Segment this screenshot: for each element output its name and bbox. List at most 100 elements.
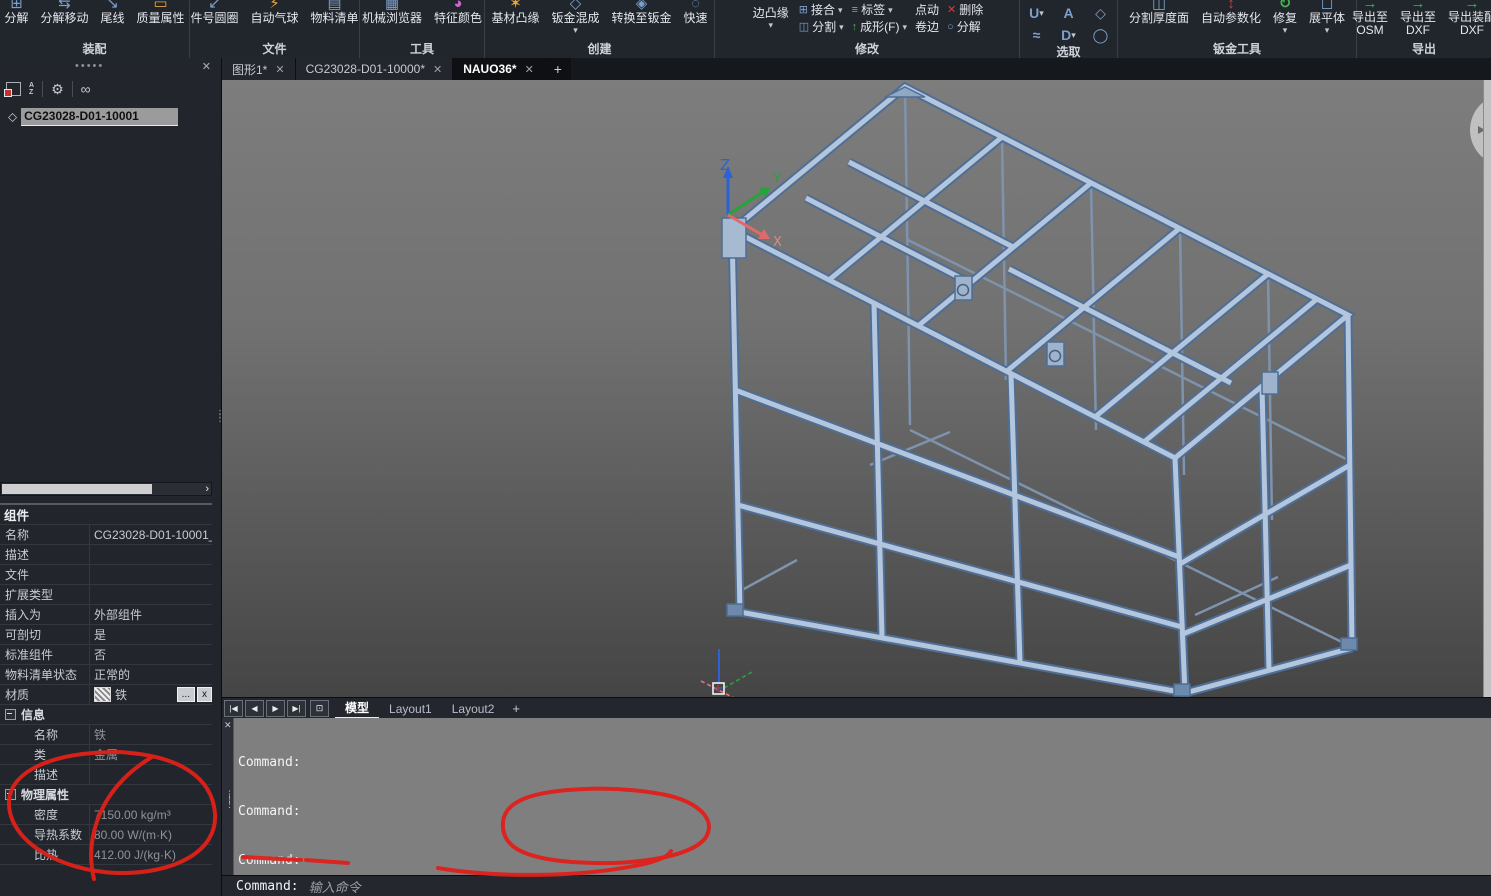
panel-close-icon[interactable]: ✕ [202, 60, 211, 73]
feature-color-button[interactable]: ◕特征颜色 [429, 0, 487, 26]
sheetmetal-loft-button[interactable]: ◇钣金混成▾ [546, 0, 604, 34]
part-number-circle-button[interactable]: ↙件号圆圈 [185, 0, 243, 26]
tag-button[interactable]: ≡标签▾ [849, 3, 910, 17]
physical-row-specific-heat[interactable]: 比热412.00 J/(kg·K) [0, 845, 212, 865]
split-button[interactable]: ◫分割▾ [796, 20, 847, 34]
scrollbar-arrow-icon[interactable]: › [205, 483, 209, 495]
select-u-profile-button[interactable]: U▾ [1022, 3, 1052, 23]
panel-grip-icon[interactable]: ••••• [75, 60, 104, 72]
first-layout-icon[interactable]: |◀ [224, 700, 243, 717]
auto-parametrize-button[interactable]: ↕自动参数化 [1196, 0, 1266, 26]
convert-to-sheetmetal-button[interactable]: ◈转换至钣金 [607, 0, 677, 26]
explode-icon: ⊞ [10, 0, 23, 11]
properties-grid: 组件 名称CG23028-D01-10001_ 描述 文件 扩展类型 插入为外部… [0, 503, 212, 865]
collapse-icon[interactable] [5, 709, 16, 720]
browser-root-node[interactable]: ⬦ CG23028-D01-10001 [8, 108, 178, 126]
3d-viewport[interactable]: Z Y X [222, 80, 1491, 697]
material-browse-button[interactable]: ... [177, 687, 195, 702]
root-node-label[interactable]: CG23028-D01-10001 [21, 108, 178, 126]
command-grip-icon[interactable]: ⋮⋮⋮ [225, 792, 234, 807]
jog-button[interactable]: 点动 [912, 3, 942, 17]
export-assembly-dxf-button[interactable]: →导出装配DXF [1443, 0, 1491, 37]
forming-button[interactable]: ↑成形(F)▾ [849, 20, 910, 34]
quick-view-icon[interactable]: ⊡ [310, 700, 329, 717]
select-nut-button[interactable]: ◯ [1086, 25, 1116, 45]
viewport-vertical-scrollbar[interactable] [1483, 80, 1491, 697]
material-clear-button[interactable]: x [197, 687, 212, 702]
explode-small-button[interactable]: ○分解 [944, 20, 986, 34]
mech-browser-button[interactable]: ▦机械浏览器 [357, 0, 427, 26]
quick-button[interactable]: ◌快速 [679, 0, 713, 26]
dropdown-arrow-icon: ▾ [888, 6, 893, 14]
close-tab-icon[interactable]: ✕ [525, 63, 534, 76]
base-flange-button[interactable]: ✶基材凸缘 [486, 0, 544, 26]
section-physical[interactable]: 物理属性 [0, 785, 212, 805]
flatten-button[interactable]: ◻展平体▾ [1304, 0, 1350, 34]
select-bend-button[interactable]: ≈ [1022, 25, 1052, 45]
mass-properties-button[interactable]: ▭质量属性 [132, 0, 190, 26]
select-d-profile-button[interactable]: D▾ [1054, 25, 1084, 45]
repair-button[interactable]: ↻修复▾ [1268, 0, 1302, 34]
property-row-insert-as[interactable]: 插入为外部组件 [0, 605, 212, 625]
property-row-description[interactable]: 描述 [0, 545, 212, 565]
scrollbar-thumb[interactable] [2, 484, 152, 494]
select-shear-button[interactable]: A [1054, 3, 1084, 23]
info-row-name[interactable]: 名称铁 [0, 725, 212, 745]
dropdown-arrow-icon: ▾ [839, 23, 844, 31]
collapse-icon[interactable] [5, 789, 16, 800]
next-layout-icon[interactable]: ▶ [266, 700, 285, 717]
property-row-material[interactable]: 材质 铁 ... x [0, 685, 212, 705]
trail-line-button[interactable]: ↘尾线 [96, 0, 130, 26]
export-dxf-button[interactable]: →导出至DXF [1395, 0, 1441, 37]
explode-button[interactable]: ⊞分解 [0, 0, 33, 26]
ribbon-group-sheetmetal-tools: ◫分割厚度面 ↕自动参数化 ↻修复▾ ◻展平体▾ 钣金工具 [1118, 0, 1357, 58]
section-info[interactable]: 信息 [0, 705, 212, 725]
export-osm-button[interactable]: →导出至OSM [1347, 0, 1393, 37]
doc-tab-drawing1[interactable]: 图形1*✕ [222, 58, 296, 80]
tree-structure-icon[interactable] [6, 82, 21, 96]
tab-layout2[interactable]: Layout2 [442, 698, 505, 719]
last-layout-icon[interactable]: ▶| [287, 700, 306, 717]
explode-small-icon: ○ [947, 20, 954, 34]
search-binoculars-icon[interactable]: ∞ [81, 81, 91, 97]
property-row-standard-part[interactable]: 标准组件否 [0, 645, 212, 665]
prev-layout-icon[interactable]: ◀ [245, 700, 264, 717]
command-history-window[interactable]: ✕ ⋮⋮⋮ Command: Command: Command: 指定另一对角:… [222, 718, 1491, 875]
auto-balloon-button[interactable]: ⚡自动气球 [246, 0, 304, 26]
new-tab-button[interactable]: + [545, 58, 571, 80]
property-row-ext-type[interactable]: 扩展类型 [0, 585, 212, 605]
property-row-name[interactable]: 名称CG23028-D01-10001_ [0, 525, 212, 545]
doc-tab-nauo36[interactable]: NAUO36*✕ [453, 58, 545, 80]
close-tab-icon[interactable]: ✕ [433, 63, 442, 76]
select-face-button[interactable]: ◇ [1086, 3, 1116, 23]
ribbon-group-file: ↙件号圆圈 ⚡自动气球 ▤物料清单 文件 [190, 0, 360, 58]
edge-flange-button[interactable]: 边凸缘▾ [748, 0, 794, 29]
property-row-sectionable[interactable]: 可剖切是 [0, 625, 212, 645]
property-row-bom-status[interactable]: 物料清单状态正常的 [0, 665, 212, 685]
settings-gear-icon[interactable]: ⚙ [51, 81, 64, 97]
horizontal-scrollbar[interactable]: › [0, 482, 212, 496]
explode-move-icon: ⇆ [58, 0, 71, 11]
explode-move-button[interactable]: ⇆分解移动 [35, 0, 93, 26]
add-layout-button[interactable]: + [504, 701, 528, 716]
physical-row-conductivity[interactable]: 导热系数80.00 W/(m·K) [0, 825, 212, 845]
info-row-class[interactable]: 类金属 [0, 745, 212, 765]
doc-tab-cg23028[interactable]: CG23028-D01-10000*✕ [296, 58, 454, 80]
split-thickness-face-button[interactable]: ◫分割厚度面 [1124, 0, 1194, 26]
dropdown-arrow-icon: ▾ [1283, 26, 1288, 34]
property-row-file[interactable]: 文件 [0, 565, 212, 585]
join-button[interactable]: ⊞接合▾ [796, 3, 847, 17]
table-icon: ▤ [327, 0, 341, 11]
delete-button[interactable]: ✕删除 [944, 3, 986, 17]
command-close-icon[interactable]: ✕ [224, 720, 232, 731]
info-row-description[interactable]: 描述 [0, 765, 212, 785]
close-tab-icon[interactable]: ✕ [275, 63, 284, 76]
bom-button[interactable]: ▤物料清单 [306, 0, 364, 26]
layout-tab-bar: |◀ ◀ ▶ ▶| ⊡ 模型 Layout1 Layout2 + [222, 697, 1491, 720]
hem-button[interactable]: 卷边 [912, 20, 942, 34]
tab-model[interactable]: 模型 [335, 698, 379, 719]
sort-az-icon[interactable]: AZ [29, 82, 34, 96]
tab-layout1[interactable]: Layout1 [379, 698, 442, 719]
physical-row-density[interactable]: 密度7150.00 kg/m³ [0, 805, 212, 825]
command-prompt-bar[interactable]: Command: 输入命令 [222, 875, 1491, 896]
